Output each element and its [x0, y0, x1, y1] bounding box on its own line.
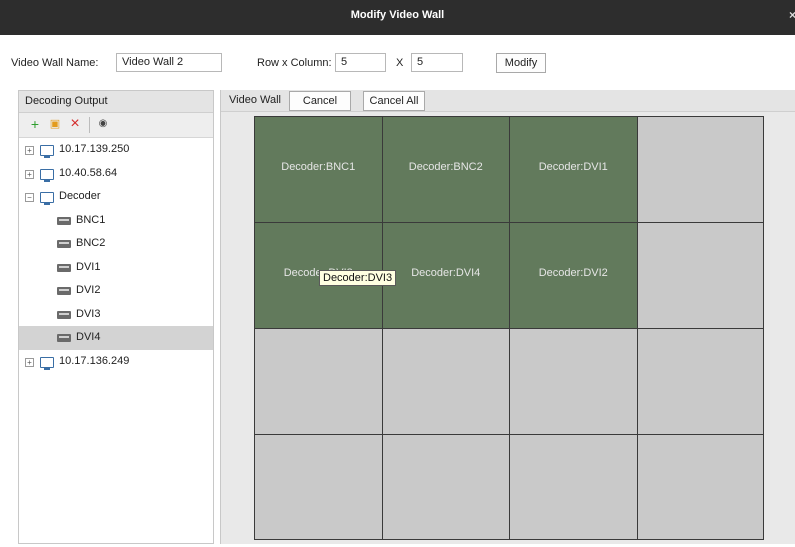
- tree-channel-node[interactable]: DVI3: [19, 303, 213, 327]
- decoding-output-panel: Decoding Output + ▣ × ◉ +10.17.139.250 +10.4…: [18, 90, 214, 544]
- tree-node-label: Decoder: [59, 190, 101, 202]
- video-wall-cell[interactable]: [254, 328, 382, 434]
- title-bar: Modify Video Wall ×: [0, 0, 795, 35]
- tree-channel-node[interactable]: BNC2: [19, 232, 213, 256]
- expand-icon[interactable]: +: [25, 357, 34, 367]
- add-icon[interactable]: +: [27, 116, 43, 132]
- expand-icon[interactable]: +: [25, 169, 34, 179]
- video-wall-header-label: Video Wall: [229, 94, 281, 106]
- row-column-label: Row x Column:: [257, 57, 332, 69]
- video-wall-cell[interactable]: [509, 328, 637, 434]
- video-wall-cell[interactable]: Decoder:DVI1: [509, 116, 637, 222]
- output-channel-icon: [57, 334, 71, 342]
- tree-node-label: DVI3: [76, 307, 101, 320]
- expand-icon[interactable]: +: [25, 146, 34, 155]
- modify-button[interactable]: Modify: [496, 53, 546, 73]
- cancel-all-button[interactable]: Cancel All: [363, 91, 425, 111]
- video-wall-cell[interactable]: [636, 328, 764, 434]
- tree-channel-node[interactable]: DVI4: [19, 326, 213, 350]
- cancel-button[interactable]: Cancel: [289, 91, 351, 111]
- output-channel-icon: [57, 310, 71, 319]
- tree-channel-node[interactable]: DVI2: [19, 279, 213, 303]
- close-icon[interactable]: ×: [789, 0, 795, 30]
- video-wall-cell[interactable]: Decoder:BNC1: [254, 116, 382, 222]
- tree-node-label: BNC2: [76, 237, 106, 249]
- wall-settings-row: Video Wall Name: Video Wall 2 Row x Colu…: [0, 35, 795, 84]
- tree-node-label: DVI4: [76, 331, 101, 343]
- tooltip: Decoder:DVI3: [319, 270, 397, 286]
- tree-channel-node[interactable]: BNC1: [19, 209, 213, 233]
- video-wall-cell[interactable]: [509, 434, 637, 540]
- decoding-output-header: Decoding Output: [19, 91, 213, 113]
- decoder-device-icon: [40, 192, 54, 205]
- view-icon[interactable]: ◉: [95, 116, 111, 132]
- dialog-title: Modify Video Wall: [350, 9, 445, 21]
- decoder-tree: +10.17.139.250 +10.40.58.64− Decoder BNC1 BN…: [19, 138, 213, 373]
- video-wall-header: Video Wall Cancel Cancel All: [221, 90, 795, 112]
- tree-node-label: 10.40.58.64: [59, 166, 118, 179]
- decoder-device-icon: [40, 168, 54, 182]
- output-channel-icon: [57, 263, 71, 272]
- output-channel-icon: [57, 240, 71, 248]
- video-wall-canvas: Decoder:BNC1 Decoder:BNC2 Decoder:DVI1 Deco…: [221, 112, 795, 544]
- video-wall-name-input[interactable]: Video Wall 2: [116, 53, 222, 72]
- edit-icon[interactable]: ▣: [47, 116, 63, 132]
- tree-device-node[interactable]: +10.40.58.64: [19, 162, 213, 186]
- cell-decoder-label: Decoder:DVI4: [411, 267, 481, 279]
- tree-node-label: 10.17.139.250: [59, 143, 130, 155]
- cell-decoder-label: Decoder:BNC1: [281, 161, 356, 173]
- collapse-icon[interactable]: −: [25, 193, 34, 202]
- tree-node-label: DVI1: [76, 260, 101, 273]
- tree-device-node[interactable]: − Decoder: [19, 185, 213, 209]
- tree-device-node[interactable]: +10.17.139.250: [19, 138, 213, 162]
- tree-node-label: DVI2: [76, 284, 101, 296]
- decoder-device-icon: [40, 356, 54, 370]
- video-wall-cell[interactable]: [636, 434, 764, 540]
- decoder-device-icon: [40, 145, 54, 158]
- video-wall-name-label: Video Wall Name:: [11, 57, 99, 69]
- tree-node-label: 10.17.136.249: [59, 354, 130, 367]
- video-wall-cell[interactable]: [381, 328, 509, 434]
- video-wall-cell[interactable]: Decoder:DVI2: [509, 222, 637, 328]
- video-wall-cell[interactable]: [381, 434, 509, 540]
- cell-decoder-label: Decoder:DVI1: [538, 161, 608, 173]
- video-wall-panel: Video Wall Cancel Cancel All Decoder:BNC…: [220, 90, 795, 544]
- x-separator: X: [396, 57, 404, 69]
- video-wall-cell[interactable]: [636, 222, 764, 328]
- columns-input[interactable]: 5: [411, 53, 463, 72]
- tree-device-node[interactable]: +10.17.136.249: [19, 350, 213, 374]
- toolbar-divider: [89, 117, 90, 133]
- cell-decoder-label: Decoder:DVI2: [538, 267, 608, 279]
- delete-icon[interactable]: ×: [67, 116, 83, 132]
- decoding-output-toolbar: + ▣ × ◉: [19, 113, 213, 138]
- video-wall-grid: Decoder:BNC1 Decoder:BNC2 Decoder:DVI1 Deco…: [254, 116, 764, 540]
- rows-input[interactable]: 5: [335, 53, 386, 72]
- video-wall-cell[interactable]: [254, 434, 382, 540]
- video-wall-cell[interactable]: Decoder:BNC2: [381, 116, 509, 222]
- tree-node-label: BNC1: [76, 213, 106, 226]
- tree-channel-node[interactable]: DVI1: [19, 256, 213, 280]
- video-wall-cell[interactable]: [636, 116, 764, 222]
- video-wall-cell[interactable]: Decoder:DVI4: [381, 222, 509, 328]
- output-channel-icon: [57, 216, 71, 225]
- cell-decoder-label: Decoder:BNC2: [408, 161, 483, 173]
- output-channel-icon: [57, 287, 71, 295]
